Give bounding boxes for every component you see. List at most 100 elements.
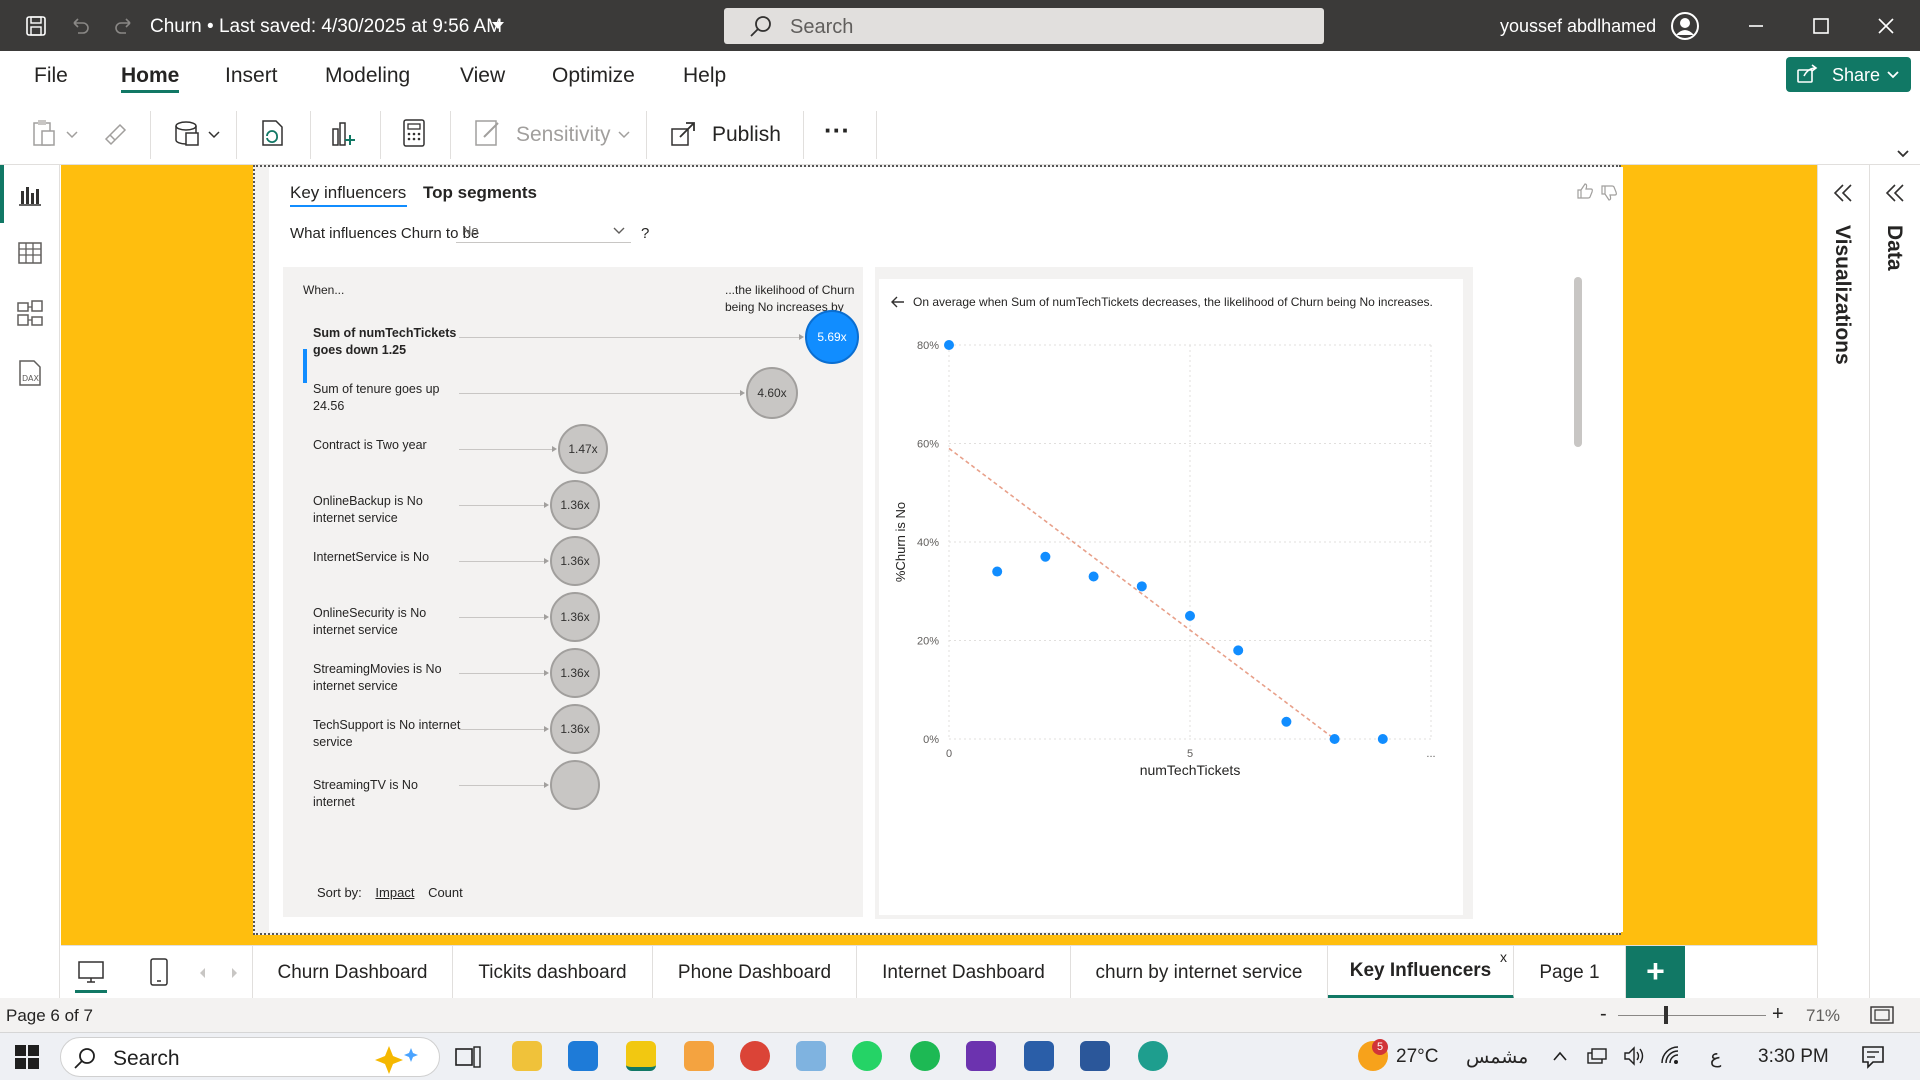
snipping-tool-icon[interactable] xyxy=(796,1041,826,1071)
impact-bubble[interactable]: 1.36x xyxy=(550,592,600,642)
app-icon[interactable] xyxy=(1024,1041,1054,1071)
chevron-down-icon[interactable] xyxy=(484,12,512,40)
chevron-down-icon[interactable] xyxy=(66,131,78,139)
chevron-up-icon[interactable] xyxy=(1552,1050,1568,1062)
zoom-out-button[interactable]: - xyxy=(1600,1003,1607,1026)
tab-key-influencers[interactable]: Key influencers xyxy=(290,183,406,203)
new-visual-icon[interactable] xyxy=(328,117,360,149)
tab-top-segments[interactable]: Top segments xyxy=(423,183,537,203)
menu-file[interactable]: File xyxy=(34,64,68,88)
task-view-icon[interactable] xyxy=(454,1043,482,1071)
prev-page-icon[interactable] xyxy=(198,966,208,980)
get-data-icon[interactable] xyxy=(172,117,204,149)
redo-icon[interactable] xyxy=(110,12,138,40)
table-view-icon[interactable] xyxy=(14,237,46,269)
paste-icon[interactable] xyxy=(28,117,60,149)
more-options-button[interactable]: ··· xyxy=(824,115,850,146)
sort-count-button[interactable]: Count xyxy=(428,885,463,900)
power-bi-icon[interactable] xyxy=(626,1041,656,1071)
maximize-button[interactable] xyxy=(1805,10,1837,42)
zoom-in-button[interactable]: + xyxy=(1772,1003,1784,1026)
zoom-slider[interactable] xyxy=(1618,1015,1766,1016)
tab-page-1[interactable]: Page 1 xyxy=(1514,946,1626,999)
sort-impact-button[interactable]: Impact xyxy=(375,885,414,900)
thumbs-up-icon[interactable] xyxy=(1575,181,1595,201)
menu-view[interactable]: View xyxy=(460,64,505,88)
notifications-icon[interactable] xyxy=(1860,1044,1886,1070)
expand-pane-icon[interactable] xyxy=(1884,183,1906,203)
impact-bubble[interactable] xyxy=(550,760,600,810)
publish-icon[interactable] xyxy=(668,117,700,149)
network-icon[interactable] xyxy=(1586,1045,1608,1067)
sensitivity-icon[interactable] xyxy=(472,117,504,149)
mobile-layout-icon[interactable] xyxy=(147,956,171,988)
minimize-button[interactable] xyxy=(1740,10,1772,42)
calculator-icon[interactable] xyxy=(398,117,430,149)
impact-bubble[interactable]: 1.47x xyxy=(558,424,608,474)
impact-bubble[interactable]: 4.60x xyxy=(746,367,798,419)
scrollbar[interactable] xyxy=(1574,277,1582,447)
impact-bubble[interactable]: 1.36x xyxy=(550,536,600,586)
visualizations-label[interactable]: Visualizations xyxy=(1830,225,1854,365)
file-explorer-icon[interactable] xyxy=(512,1041,542,1071)
whatsapp-icon[interactable] xyxy=(852,1041,882,1071)
tab-churn-dashboard[interactable]: Churn Dashboard xyxy=(253,946,453,999)
chevron-down-icon[interactable] xyxy=(208,131,220,139)
dax-query-view-icon[interactable]: DAX xyxy=(14,357,46,389)
weather-temperature[interactable]: 27°C xyxy=(1396,1046,1438,1068)
tab-tickits-dashboard[interactable]: Tickits dashboard xyxy=(453,946,653,999)
zoom-slider-thumb[interactable] xyxy=(1664,1006,1668,1024)
save-icon[interactable] xyxy=(22,12,50,40)
report-view-icon[interactable] xyxy=(14,179,46,211)
impact-bubble[interactable]: 1.36x xyxy=(550,480,600,530)
add-page-button[interactable]: + xyxy=(1626,946,1685,999)
volume-icon[interactable] xyxy=(1622,1045,1646,1067)
key-influencers-visual[interactable]: Key influencers Top segments What influe… xyxy=(253,165,1623,935)
visual-studio-icon[interactable] xyxy=(966,1041,996,1071)
chrome-icon[interactable] xyxy=(740,1041,770,1071)
data-label[interactable]: Data xyxy=(1882,225,1906,271)
word-icon[interactable] xyxy=(1080,1041,1110,1071)
user-name[interactable]: youssef abdlhamed xyxy=(1500,16,1656,37)
tab-phone-dashboard[interactable]: Phone Dashboard xyxy=(653,946,857,999)
menu-help[interactable]: Help xyxy=(683,64,726,88)
chevron-down-icon[interactable] xyxy=(618,131,630,139)
avatar[interactable] xyxy=(1670,11,1700,41)
input-language[interactable]: ع xyxy=(1710,1046,1721,1069)
model-view-icon[interactable] xyxy=(14,297,46,329)
title-search-box[interactable]: Search xyxy=(724,8,1324,44)
impact-bubble[interactable]: 1.36x xyxy=(550,648,600,698)
wifi-icon[interactable] xyxy=(1660,1045,1684,1067)
tab-churn-by-internet-service[interactable]: churn by internet service xyxy=(1071,946,1328,999)
menu-home[interactable]: Home xyxy=(121,64,179,88)
close-button[interactable] xyxy=(1870,10,1902,42)
paint-icon[interactable] xyxy=(684,1041,714,1071)
menu-insert[interactable]: Insert xyxy=(225,64,278,88)
close-tab-icon[interactable]: x xyxy=(1500,949,1507,965)
edge-icon[interactable] xyxy=(1138,1041,1168,1071)
spotify-icon[interactable] xyxy=(910,1041,940,1071)
collapse-ribbon-icon[interactable] xyxy=(1896,149,1910,159)
back-arrow-icon[interactable] xyxy=(891,296,905,308)
vscode-icon[interactable] xyxy=(568,1041,598,1071)
clock[interactable]: 3:30 PM xyxy=(1758,1046,1829,1068)
churn-value-dropdown[interactable]: No xyxy=(456,219,631,243)
sensitivity-label[interactable]: Sensitivity xyxy=(516,123,611,147)
refresh-icon[interactable] xyxy=(256,117,288,149)
thumbs-down-icon[interactable] xyxy=(1599,183,1619,203)
menu-optimize[interactable]: Optimize xyxy=(552,64,635,88)
influencer-row[interactable]: StreamingTV is No internet xyxy=(283,760,863,829)
publish-label[interactable]: Publish xyxy=(712,123,781,147)
fit-to-page-icon[interactable] xyxy=(1870,1005,1894,1025)
impact-bubble[interactable]: 1.36x xyxy=(550,704,600,754)
impact-bubble[interactable]: 5.69x xyxy=(805,310,859,364)
taskbar-search-box[interactable]: Search xyxy=(60,1037,440,1077)
tab-key-influencers[interactable]: Key Influencers x xyxy=(1328,946,1514,999)
weather-condition[interactable]: مشمس xyxy=(1466,1046,1528,1069)
windows-start-icon[interactable] xyxy=(14,1044,40,1070)
next-page-icon[interactable] xyxy=(229,966,239,980)
format-painter-icon[interactable] xyxy=(100,117,132,149)
undo-icon[interactable] xyxy=(66,12,94,40)
expand-pane-icon[interactable] xyxy=(1832,183,1854,203)
share-button[interactable]: Share xyxy=(1786,57,1911,92)
